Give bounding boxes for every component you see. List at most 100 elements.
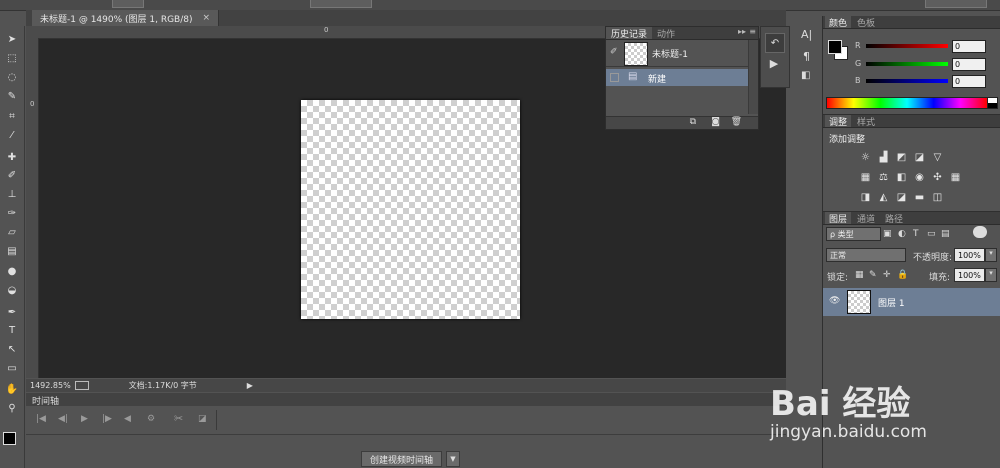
move-tool-icon[interactable]: ➤: [3, 32, 21, 47]
split-scissors-icon[interactable]: ✂: [174, 412, 183, 425]
play-icon[interactable]: ▶: [81, 414, 88, 424]
zoom-level[interactable]: 1492.85%: [30, 381, 71, 390]
lasso-tool-icon[interactable]: ◌: [3, 70, 21, 85]
red-value-input[interactable]: 0: [952, 40, 986, 53]
eraser-tool-icon[interactable]: ▱: [3, 225, 21, 240]
curves-icon[interactable]: ◩: [895, 151, 908, 163]
fill-input[interactable]: 100%: [954, 268, 985, 282]
history-brush-source-icon[interactable]: ✐: [610, 47, 618, 57]
quick-select-tool-icon[interactable]: ✎: [3, 89, 21, 104]
shape-tool-icon[interactable]: ▭: [3, 361, 21, 376]
pen-tool-icon[interactable]: ✒: [3, 305, 21, 320]
threshold-icon[interactable]: ◪: [895, 191, 908, 203]
chevron-down-icon[interactable]: ▼: [446, 451, 460, 467]
close-icon[interactable]: ×: [203, 13, 211, 23]
option-button[interactable]: [112, 0, 144, 8]
vibrance-icon[interactable]: ▽: [931, 151, 944, 163]
filter-adjustment-icon[interactable]: ◐: [898, 229, 906, 239]
blur-tool-icon[interactable]: ●: [3, 264, 21, 279]
marquee-tool-icon[interactable]: ⬚: [3, 51, 21, 66]
green-value-input[interactable]: 0: [952, 58, 986, 71]
history-brush-tool-icon[interactable]: ✑: [3, 206, 21, 221]
eye-icon[interactable]: 👁: [829, 296, 840, 306]
layer-filter-select[interactable]: ρ 类型: [826, 227, 881, 241]
lock-transparent-icon[interactable]: ▦: [855, 270, 864, 280]
tab-actions[interactable]: 动作: [652, 27, 680, 40]
actions-panel-icon[interactable]: ▶: [765, 55, 783, 71]
blend-mode-select[interactable]: 正常: [826, 248, 906, 262]
filter-type-icon[interactable]: T: [913, 229, 919, 239]
tab-layers[interactable]: 图层: [825, 212, 852, 225]
path-select-tool-icon[interactable]: ↖: [3, 342, 21, 357]
tab-styles[interactable]: 样式: [853, 115, 879, 128]
blue-value-input[interactable]: 0: [952, 75, 986, 88]
settings-icon[interactable]: ⚙: [147, 414, 155, 424]
eyedropper-tool-icon[interactable]: ⁄: [3, 128, 21, 143]
workspace-switcher[interactable]: [925, 0, 987, 8]
next-frame-icon[interactable]: |▶: [102, 414, 112, 424]
color-spectrum-ramp[interactable]: [826, 97, 988, 109]
trash-icon[interactable]: 🗑: [731, 117, 742, 127]
status-menu-arrow-icon[interactable]: ▶: [247, 381, 253, 390]
tab-history[interactable]: 历史记录: [606, 27, 653, 40]
posterize-icon[interactable]: ◭: [877, 191, 890, 203]
dodge-tool-icon[interactable]: ◒: [3, 283, 21, 298]
type-tool-icon[interactable]: T: [3, 323, 21, 338]
selective-color-icon[interactable]: ◫: [931, 191, 944, 203]
red-slider[interactable]: [866, 44, 948, 48]
color-lookup-icon[interactable]: ▦: [949, 171, 962, 183]
black-white-icon[interactable]: ◧: [895, 171, 908, 183]
opacity-input[interactable]: 100%: [954, 248, 985, 262]
document-canvas[interactable]: [301, 100, 520, 319]
transition-icon[interactable]: ◪: [198, 414, 207, 424]
invert-icon[interactable]: ◨: [859, 191, 872, 203]
foreground-color-swatch[interactable]: [3, 432, 16, 445]
new-document-from-state-icon[interactable]: ⧉: [690, 117, 696, 127]
blue-slider[interactable]: [866, 79, 948, 83]
first-frame-icon[interactable]: |◀: [36, 414, 46, 424]
crop-tool-icon[interactable]: ⌗: [3, 109, 21, 124]
chevron-down-icon[interactable]: ▾: [985, 248, 997, 262]
tab-swatches[interactable]: 色板: [853, 16, 879, 29]
history-state-row[interactable]: ▤ 新建: [606, 69, 748, 86]
hand-tool-icon[interactable]: ✋: [3, 382, 21, 397]
history-source-checkbox[interactable]: [610, 73, 619, 82]
prev-frame-icon[interactable]: ◀|: [58, 414, 68, 424]
healing-brush-tool-icon[interactable]: ✚: [3, 150, 21, 165]
black-white-ramp[interactable]: [987, 97, 998, 109]
audio-icon[interactable]: ◀: [124, 414, 131, 424]
tab-paths[interactable]: 路径: [881, 212, 907, 225]
filter-pixel-icon[interactable]: ▣: [883, 229, 892, 239]
option-button[interactable]: [310, 0, 372, 8]
history-panel-icon[interactable]: ↶: [765, 33, 785, 53]
zoom-tool-icon[interactable]: ⚲: [3, 401, 21, 416]
levels-icon[interactable]: ▟: [877, 151, 890, 163]
character-panel-icon[interactable]: A|: [801, 28, 812, 41]
gradient-tool-icon[interactable]: ▤: [3, 244, 21, 259]
layer-row[interactable]: 👁 图层 1: [823, 288, 1000, 316]
gradient-map-icon[interactable]: ▬: [913, 191, 926, 203]
document-tab[interactable]: 未标题-1 @ 1490% (图层 1, RGB/8) ×: [32, 10, 220, 26]
camera-icon[interactable]: ◙: [711, 117, 720, 127]
paragraph-panel-icon[interactable]: ¶: [803, 50, 810, 63]
foreground-color-swatch[interactable]: [828, 40, 842, 54]
tab-channels[interactable]: 通道: [853, 212, 879, 225]
chevron-down-icon[interactable]: ▾: [985, 268, 997, 282]
color-balance-icon[interactable]: ⚖: [877, 171, 890, 183]
green-slider[interactable]: [866, 62, 948, 66]
hue-saturation-icon[interactable]: ▦: [859, 171, 872, 183]
tab-color[interactable]: 颜色: [825, 16, 852, 29]
collapse-icon[interactable]: ▸▸: [738, 27, 746, 36]
brush-tool-icon[interactable]: ✐: [3, 168, 21, 183]
panel-menu-icon[interactable]: ≡: [749, 27, 756, 36]
lock-image-icon[interactable]: ✎: [869, 270, 877, 280]
exposure-icon[interactable]: ◪: [913, 151, 926, 163]
tool-presets-icon[interactable]: ◧: [801, 70, 810, 81]
filter-smart-object-icon[interactable]: ▤: [941, 229, 950, 239]
filter-shape-icon[interactable]: ▭: [927, 229, 936, 239]
brightness-contrast-icon[interactable]: ☼: [859, 151, 872, 163]
channel-mixer-icon[interactable]: ✣: [931, 171, 944, 183]
history-snapshot[interactable]: ✐ 未标题-1: [606, 40, 748, 67]
layer-name[interactable]: 图层 1: [878, 296, 905, 309]
tab-adjustments[interactable]: 调整: [825, 115, 852, 128]
